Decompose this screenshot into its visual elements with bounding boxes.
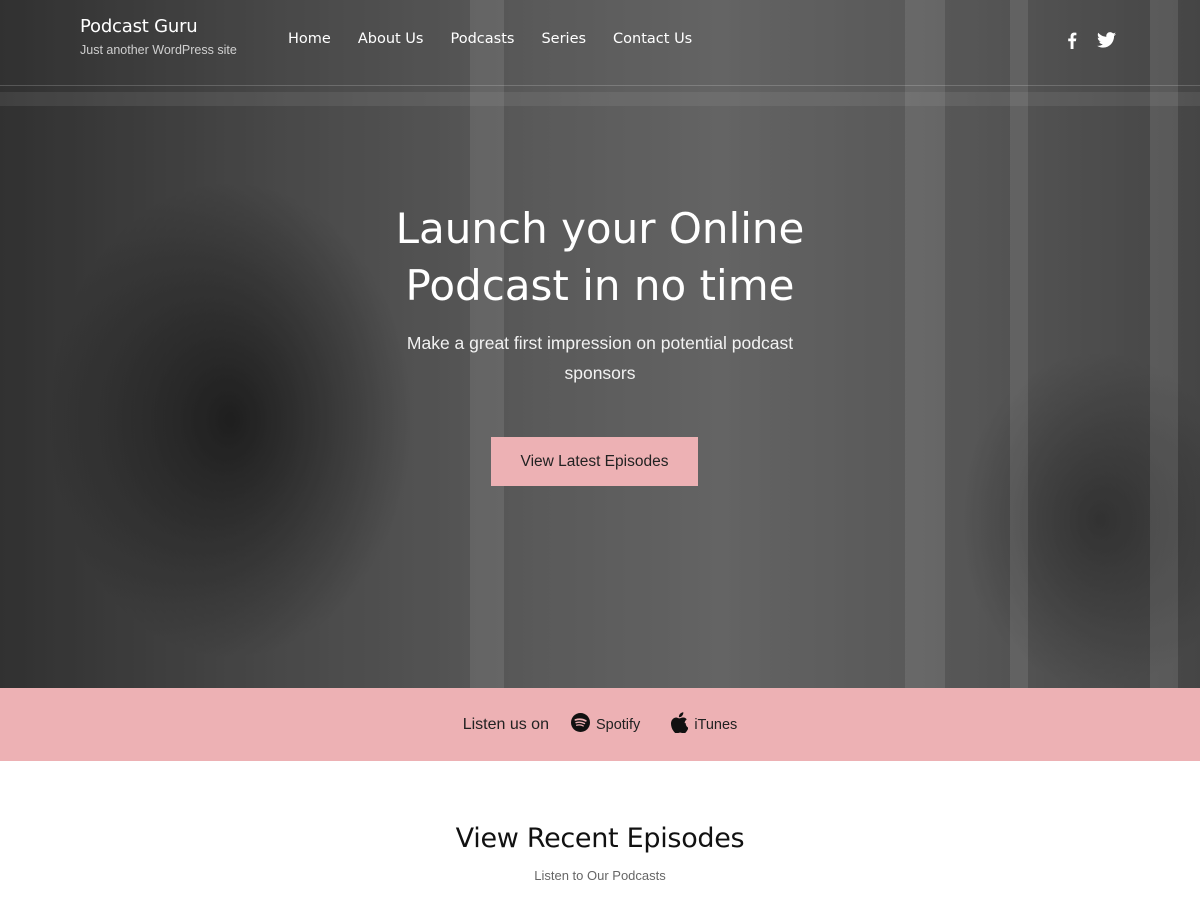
brand: Podcast Guru Just another WordPress site — [80, 16, 237, 57]
nav-about-us[interactable]: About Us — [358, 31, 424, 47]
listen-bar: Listen us on Spotify iTunes — [0, 688, 1200, 761]
spotify-icon — [570, 713, 590, 736]
hero-title: Launch your Online Podcast in no time — [395, 204, 805, 310]
main-nav: Home About Us Podcasts Series Contact Us — [288, 31, 692, 47]
site-header: Podcast Guru Just another WordPress site… — [0, 0, 1200, 86]
site-tagline: Just another WordPress site — [80, 43, 237, 57]
nav-home[interactable]: Home — [288, 31, 331, 47]
view-latest-episodes-button[interactable]: View Latest Episodes — [491, 437, 698, 486]
listen-label: Listen us on — [462, 715, 549, 733]
site-title[interactable]: Podcast Guru — [80, 16, 237, 37]
hero-content: Launch your Online Podcast in no time Ma… — [300, 200, 900, 486]
hero-subtitle: Make a great first impression on potenti… — [406, 333, 794, 383]
apple-icon — [670, 712, 689, 737]
twitter-icon[interactable] — [1096, 30, 1116, 50]
recent-episodes-title: View Recent Episodes — [455, 823, 745, 854]
facebook-icon[interactable] — [1062, 30, 1082, 50]
spotify-label: Spotify — [595, 716, 641, 733]
itunes-link[interactable]: iTunes — [670, 712, 737, 737]
recent-episodes-section: View Recent Episodes Listen to Our Podca… — [0, 761, 1200, 883]
hero-section: Podcast Guru Just another WordPress site… — [0, 0, 1200, 688]
recent-episodes-subtitle: Listen to Our Podcasts — [534, 868, 666, 883]
social-links — [1062, 30, 1116, 50]
nav-podcasts[interactable]: Podcasts — [450, 31, 514, 47]
itunes-label: iTunes — [694, 716, 738, 733]
spotify-link[interactable]: Spotify — [570, 713, 641, 736]
nav-contact-us[interactable]: Contact Us — [613, 31, 692, 47]
nav-series[interactable]: Series — [541, 31, 586, 47]
